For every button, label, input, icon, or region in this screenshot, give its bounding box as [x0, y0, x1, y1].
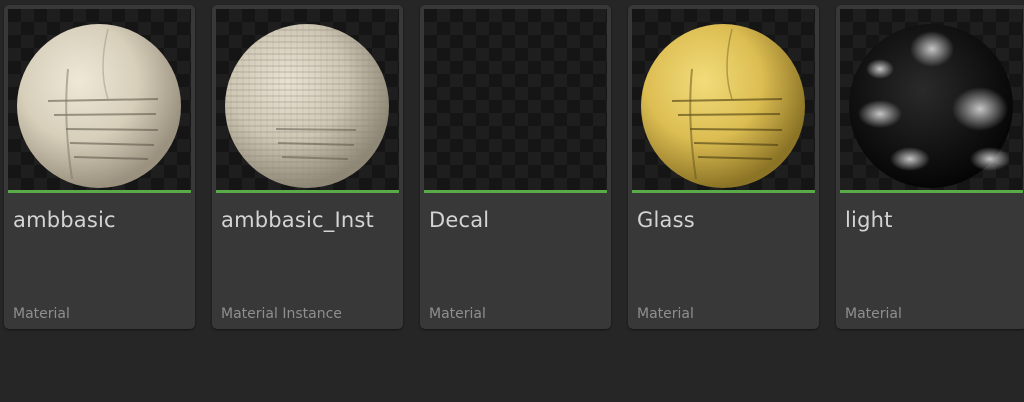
asset-name: Glass [637, 208, 695, 232]
asset-accent-bar [840, 190, 1023, 193]
asset-type: Material [845, 306, 902, 322]
sphere-preview-icon [641, 24, 805, 188]
asset-tile-light[interactable]: light Material [836, 5, 1024, 329]
asset-thumbnail [632, 9, 815, 190]
sphere-preview-icon [17, 24, 181, 188]
asset-thumbnail [8, 9, 191, 190]
asset-type: Material [429, 306, 486, 322]
asset-type: Material [13, 306, 70, 322]
asset-name: light [845, 208, 893, 232]
asset-accent-bar [424, 190, 607, 193]
asset-tile-ambbasic[interactable]: ambbasic Material [4, 5, 195, 329]
sphere-preview-icon [849, 24, 1013, 188]
asset-name: ambbasic [13, 208, 116, 232]
sphere-preview-icon [225, 24, 389, 188]
asset-thumbnail [424, 9, 607, 190]
asset-tile-decal[interactable]: Decal Material [420, 5, 611, 329]
asset-accent-bar [216, 190, 399, 193]
asset-accent-bar [632, 190, 815, 193]
asset-tile-ambbasic-inst[interactable]: ambbasic_Inst Material Instance [212, 5, 403, 329]
asset-type: Material Instance [221, 306, 342, 322]
asset-type: Material [637, 306, 694, 322]
asset-accent-bar [8, 190, 191, 193]
asset-grid: ambbasic Material ambbasic_Inst Material… [0, 0, 1024, 402]
asset-name: Decal [429, 208, 490, 232]
asset-name: ambbasic_Inst [221, 208, 374, 232]
asset-thumbnail [216, 9, 399, 190]
asset-thumbnail [840, 9, 1023, 190]
asset-tile-glass[interactable]: Glass Material [628, 5, 819, 329]
